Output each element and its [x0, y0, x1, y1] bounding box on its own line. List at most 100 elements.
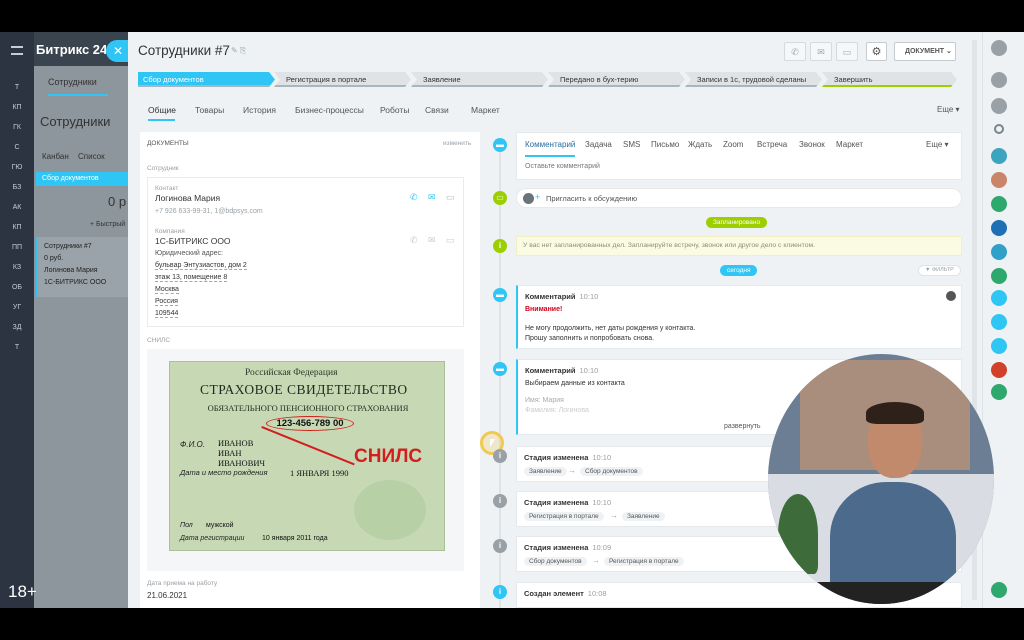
activity-tab[interactable]: Маркет: [836, 140, 863, 149]
phone-call-icon[interactable]: [991, 268, 1007, 284]
left-nav-item[interactable]: С: [0, 142, 34, 154]
left-nav-item[interactable]: АК: [0, 202, 34, 214]
phone-call-icon[interactable]: [991, 148, 1007, 164]
left-nav-item[interactable]: КП: [0, 222, 34, 234]
left-nav-item[interactable]: КП: [0, 102, 34, 114]
activity-tab[interactable]: Ждать: [688, 140, 712, 149]
left-nav-item[interactable]: БЗ: [0, 182, 34, 194]
bg-quick-add[interactable]: + Быстрый: [90, 221, 125, 228]
author-avatar[interactable]: [946, 291, 956, 301]
close-slider-button[interactable]: ✕: [106, 40, 130, 62]
phone-button[interactable]: ✆: [784, 42, 806, 61]
help-icon[interactable]: [991, 40, 1007, 56]
bg-tab-list[interactable]: Список: [78, 152, 105, 161]
company-phone-icon[interactable]: ✆: [410, 235, 418, 246]
tab-6[interactable]: Связи: [425, 105, 449, 115]
background-list: Сотрудники Канбан Список Сбор документов…: [34, 32, 128, 608]
left-nav-item[interactable]: ЗД: [0, 322, 34, 334]
stage-6[interactable]: Завершить: [822, 72, 957, 87]
contact-name[interactable]: Логинова Мария: [155, 193, 220, 203]
group-avatar[interactable]: [991, 338, 1007, 354]
left-nav-item[interactable]: КЗ: [0, 262, 34, 274]
tab-3[interactable]: История: [243, 105, 276, 115]
chat-button[interactable]: ▭: [836, 42, 858, 61]
user-avatar[interactable]: [991, 384, 1007, 400]
user-avatar[interactable]: [991, 244, 1007, 260]
tab-4[interactable]: Бизнес-процессы: [295, 105, 364, 115]
timeline-time: 10:10: [579, 366, 599, 375]
target-icon[interactable]: [991, 98, 1007, 114]
tab-5[interactable]: Роботы: [380, 105, 409, 115]
activity-tab[interactable]: Комментарий: [525, 140, 575, 149]
user-avatar[interactable]: [991, 362, 1007, 378]
mail-button[interactable]: ✉: [810, 42, 832, 61]
left-nav-item[interactable]: ГК: [0, 122, 34, 134]
left-nav-item[interactable]: Т: [0, 342, 34, 354]
filter-button[interactable]: ▼ ФИЛЬТР: [918, 265, 961, 276]
timeline-title: Создан элемент 10:08: [524, 589, 607, 598]
keyboard-image: [808, 582, 958, 604]
tabs-more[interactable]: Еще ▾: [937, 105, 960, 114]
company-chat-icon[interactable]: ▭: [446, 235, 455, 246]
tab-2[interactable]: Товары: [195, 105, 224, 115]
edit-link[interactable]: изменить: [443, 140, 471, 147]
comment-icon: ▬: [493, 362, 507, 376]
stage-1[interactable]: Сбор документов: [138, 72, 275, 87]
address-line[interactable]: этаж 13, помещение 8: [155, 274, 228, 282]
address-line[interactable]: 109544: [155, 310, 179, 318]
address-line[interactable]: бульвар Энтузиастов, дом 2: [155, 262, 247, 270]
snils-title: СТРАХОВОЕ СВИДЕТЕЛЬСТВО: [200, 382, 408, 397]
comment-line-2: Имя: Мария: [525, 397, 564, 404]
phone-icon[interactable]: ✆: [410, 192, 418, 203]
left-nav-item[interactable]: ПП: [0, 242, 34, 254]
tabs-more-label: Еще: [937, 105, 954, 114]
settings-gear-button[interactable]: ⚙: [866, 42, 887, 61]
bell-icon[interactable]: [991, 72, 1007, 88]
b24-icon[interactable]: [991, 220, 1007, 236]
activity-tab[interactable]: SMS: [623, 140, 640, 149]
stage-3[interactable]: Заявление: [411, 72, 548, 87]
address-line[interactable]: Россия: [155, 298, 178, 306]
user-avatar[interactable]: [991, 196, 1007, 212]
snils-card-image[interactable]: Российская Федерация СТРАХОВОЕ СВИДЕТЕЛЬ…: [169, 361, 445, 551]
timeline-comment-1: Комментарий 10:10 Внимание! Не могу продо…: [516, 285, 962, 349]
left-nav-item[interactable]: УГ: [0, 302, 34, 314]
comment-input[interactable]: Оставьте комментарий: [525, 163, 600, 170]
left-nav-item[interactable]: ОБ: [0, 282, 34, 294]
document-button[interactable]: ДОКУМЕНТ ⌄: [894, 42, 956, 61]
invite-bar[interactable]: + Пригласить к обсуждению: [516, 188, 962, 208]
stage-4[interactable]: Передано в бух-терию: [548, 72, 685, 87]
left-nav-item[interactable]: Т: [0, 82, 34, 94]
left-nav-item[interactable]: ГЮ: [0, 162, 34, 174]
activity-tab[interactable]: Встреча: [757, 140, 787, 149]
user-avatar[interactable]: [991, 172, 1007, 188]
bg-tab-kanban[interactable]: Канбан: [42, 152, 69, 161]
tab-1[interactable]: Общие: [148, 105, 176, 115]
address-line[interactable]: Москва: [155, 286, 179, 294]
group-avatar[interactable]: [991, 314, 1007, 330]
tab-7[interactable]: Маркет: [471, 105, 500, 115]
edit-title-icon[interactable]: ✎ ⎘: [231, 46, 246, 56]
hire-date[interactable]: 21.06.2021: [147, 591, 187, 600]
stage-5[interactable]: Записи в 1с, трудовой сделаны: [685, 72, 822, 87]
search-icon[interactable]: [994, 124, 1004, 134]
chevron-down-icon: ⌄: [946, 48, 952, 55]
activity-tab[interactable]: Zoom: [723, 140, 743, 149]
bg-card[interactable]: Сотрудники #7 0 руб. Логинова Мария 1С-Б…: [36, 237, 128, 297]
company-mail-icon[interactable]: ✉: [428, 235, 436, 246]
mail-icon[interactable]: ✉: [428, 192, 436, 203]
stage-to: Сбор документов: [580, 467, 643, 476]
filter-label: ФИЛЬТР: [931, 267, 954, 273]
activity-more[interactable]: Еще ▾: [926, 140, 949, 149]
activity-tab[interactable]: Задача: [585, 140, 612, 149]
menu-icon[interactable]: [11, 46, 23, 55]
activity-tab[interactable]: Письмо: [651, 140, 679, 149]
company-name[interactable]: 1С-БИТРИКС ООО: [155, 236, 231, 246]
chat-icon[interactable]: ▭: [446, 192, 455, 203]
group-avatar[interactable]: [991, 290, 1007, 306]
activity-tab[interactable]: Звонок: [799, 140, 825, 149]
expand-link[interactable]: развернуть: [724, 423, 761, 430]
stage-2[interactable]: Регистрация в портале: [274, 72, 411, 87]
snils-birth-label: Дата и место рождения: [180, 468, 268, 477]
invite-label: Пригласить к обсуждению: [546, 194, 638, 203]
